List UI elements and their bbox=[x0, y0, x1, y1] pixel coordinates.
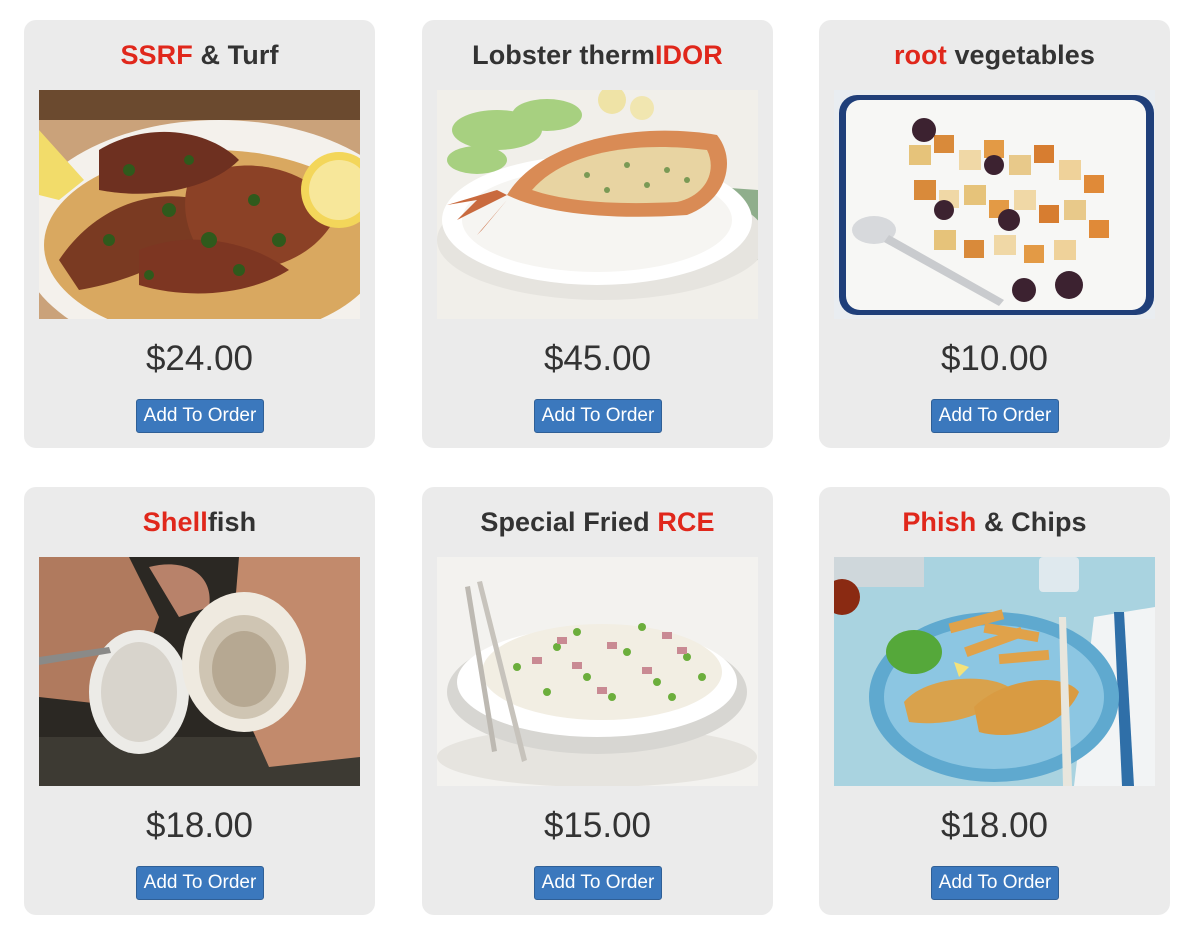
add-to-order-button[interactable]: Add To Order bbox=[931, 399, 1059, 433]
menu-card-root-vegetables: root vegetables $10.00 Add To Order bbox=[819, 20, 1170, 448]
item-title-part: fish bbox=[207, 507, 257, 537]
item-title-part: Lobster therm bbox=[472, 40, 655, 70]
item-title-part: Phish bbox=[902, 507, 977, 537]
add-to-order-button[interactable]: Add To Order bbox=[136, 399, 264, 433]
item-title-part: Shell bbox=[142, 507, 208, 537]
item-price: $10.00 bbox=[940, 339, 1049, 378]
add-to-order-button[interactable]: Add To Order bbox=[136, 866, 264, 900]
menu-card-fish-and-chips: Phish & Chips $18.00 Add To Order bbox=[819, 487, 1170, 915]
item-title-part: RCE bbox=[657, 507, 715, 537]
item-photo-fish-and-chips bbox=[834, 557, 1155, 786]
item-photo-roast-vegetables bbox=[834, 90, 1155, 319]
menu-card-shellfish: Shellfish $18.00 Add To Order bbox=[24, 487, 375, 915]
item-title-part: Special Fried bbox=[480, 507, 658, 537]
menu-card-surf-and-turf: SSRF & Turf $24.00 Add To Order bbox=[24, 20, 375, 448]
add-to-order-button[interactable]: Add To Order bbox=[931, 866, 1059, 900]
add-to-order-button[interactable]: Add To Order bbox=[534, 399, 662, 433]
item-title-part: IDOR bbox=[654, 40, 723, 70]
item-photo-fried-rice bbox=[437, 557, 758, 786]
item-photo-lobster bbox=[437, 90, 758, 319]
menu-card-lobster-thermidor: Lobster thermIDOR $45.00 Add To Order bbox=[422, 20, 773, 448]
add-to-order-button[interactable]: Add To Order bbox=[534, 866, 662, 900]
item-title: root vegetables bbox=[819, 40, 1170, 71]
item-price: $18.00 bbox=[145, 806, 254, 845]
item-price: $45.00 bbox=[543, 339, 652, 378]
item-title-part: vegetables bbox=[946, 40, 1096, 70]
item-title-part: & Turf bbox=[192, 40, 279, 70]
menu-card-special-fried-rice: Special Fried RCE $15.00 Add To Order bbox=[422, 487, 773, 915]
item-title: Special Fried RCE bbox=[422, 507, 773, 538]
item-price: $24.00 bbox=[145, 339, 254, 378]
item-title-part: & Chips bbox=[976, 507, 1087, 537]
item-price: $15.00 bbox=[543, 806, 652, 845]
item-title-part: root bbox=[893, 40, 947, 70]
item-price: $18.00 bbox=[940, 806, 1049, 845]
item-title: Lobster thermIDOR bbox=[422, 40, 773, 71]
item-title: SSRF & Turf bbox=[24, 40, 375, 71]
item-photo-oysters bbox=[39, 557, 360, 786]
item-title: Phish & Chips bbox=[819, 507, 1170, 538]
item-photo-squid bbox=[39, 90, 360, 319]
item-title-part: SSRF bbox=[120, 40, 193, 70]
item-title: Shellfish bbox=[24, 507, 375, 538]
